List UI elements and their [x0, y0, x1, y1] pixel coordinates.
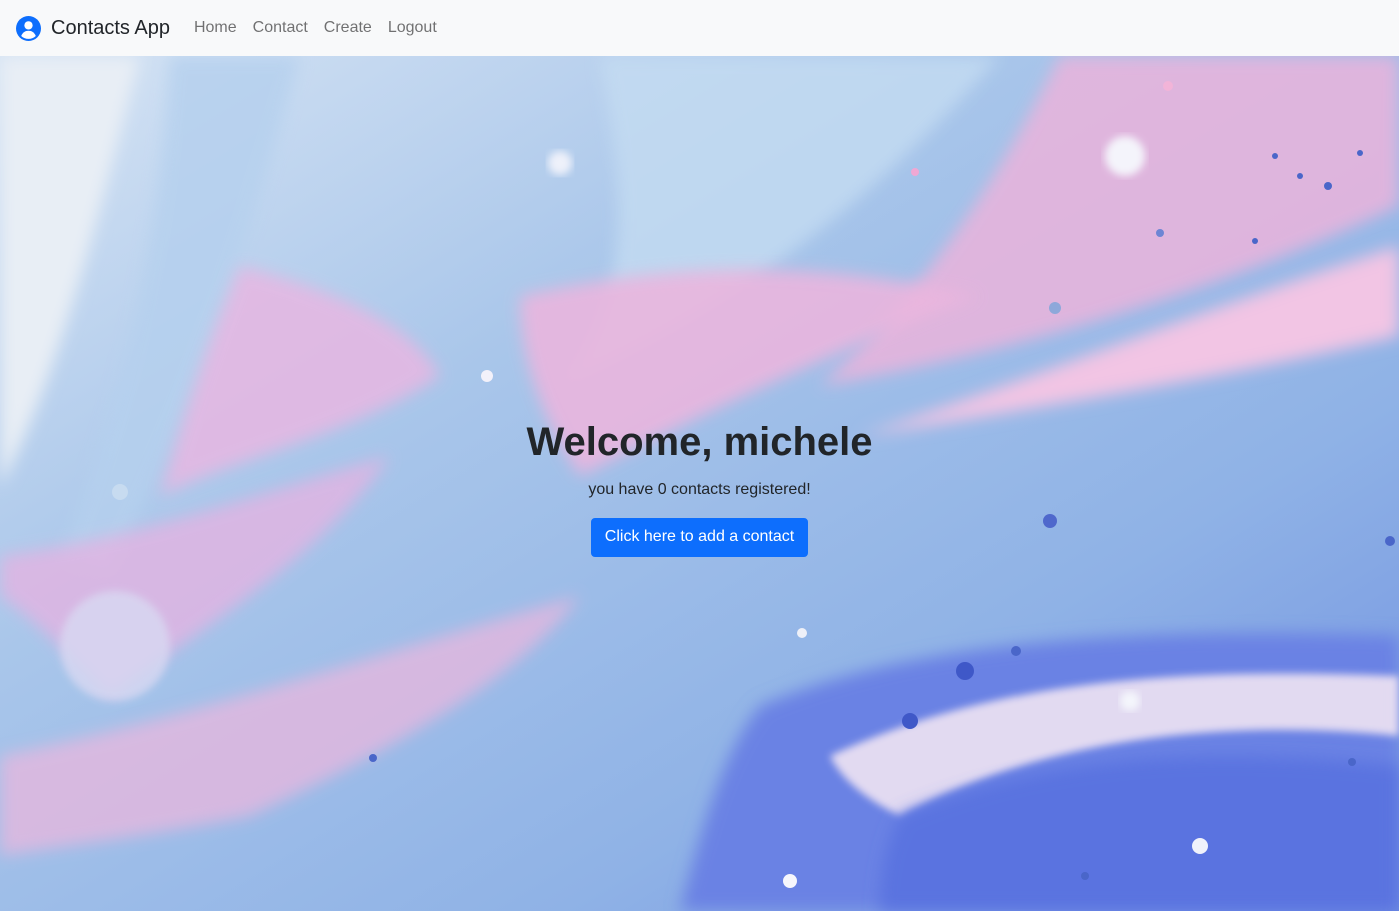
brand-text: Contacts App [51, 17, 170, 39]
welcome-heading: Welcome, michele [526, 420, 873, 464]
contacts-count-text: you have 0 contacts registered! [588, 481, 811, 498]
nav-link-contact[interactable]: Contact [245, 20, 316, 36]
brand-link[interactable]: Contacts App [16, 15, 170, 41]
add-contact-button[interactable]: Click here to add a contact [590, 518, 809, 557]
top-navbar: Contacts App Home Contact Create Logout [0, 0, 1399, 56]
nav-links: Home Contact Create Logout [186, 20, 445, 36]
nav-link-create[interactable]: Create [316, 20, 380, 36]
welcome-panel: Welcome, michele you have 0 contacts reg… [0, 418, 1399, 557]
nav-link-logout[interactable]: Logout [380, 20, 445, 36]
user-circle-icon [16, 15, 41, 41]
hero-section: Welcome, michele you have 0 contacts reg… [0, 56, 1399, 911]
nav-link-home[interactable]: Home [186, 20, 245, 36]
